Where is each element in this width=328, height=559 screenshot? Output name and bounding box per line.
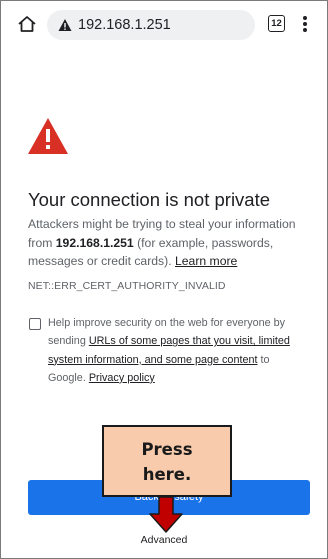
learn-more-link[interactable]: Learn more bbox=[175, 254, 237, 268]
optin-text: Help improve security on the web for eve… bbox=[48, 314, 304, 387]
privacy-policy-link[interactable]: Privacy policy bbox=[89, 372, 155, 384]
error-code: NET::ERR_CERT_AUTHORITY_INVALID bbox=[28, 280, 226, 292]
down-arrow-icon bbox=[149, 497, 183, 533]
address-bar[interactable]: 192.168.1.251 bbox=[47, 10, 255, 40]
explanation-text: Attackers might be trying to steal your … bbox=[28, 215, 308, 271]
page-title: Your connection is not private bbox=[28, 189, 271, 210]
callout-text: Press here. bbox=[141, 440, 193, 484]
warning-triangle-icon[interactable] bbox=[58, 18, 72, 32]
home-icon bbox=[18, 16, 36, 32]
host-name: 192.168.1.251 bbox=[55, 235, 134, 250]
menu-button[interactable] bbox=[300, 14, 310, 34]
red-warning-triangle-icon bbox=[28, 118, 68, 154]
optin-checkbox[interactable] bbox=[29, 318, 41, 330]
callout-box: Press here. bbox=[102, 425, 232, 497]
tab-switcher-button[interactable]: 12 bbox=[268, 15, 285, 32]
url-text: 192.168.1.251 bbox=[78, 17, 171, 33]
advanced-button[interactable]: Advanced bbox=[1, 534, 327, 546]
home-button[interactable] bbox=[17, 14, 37, 34]
browser-toolbar: 192.168.1.251 12 bbox=[1, 1, 327, 47]
